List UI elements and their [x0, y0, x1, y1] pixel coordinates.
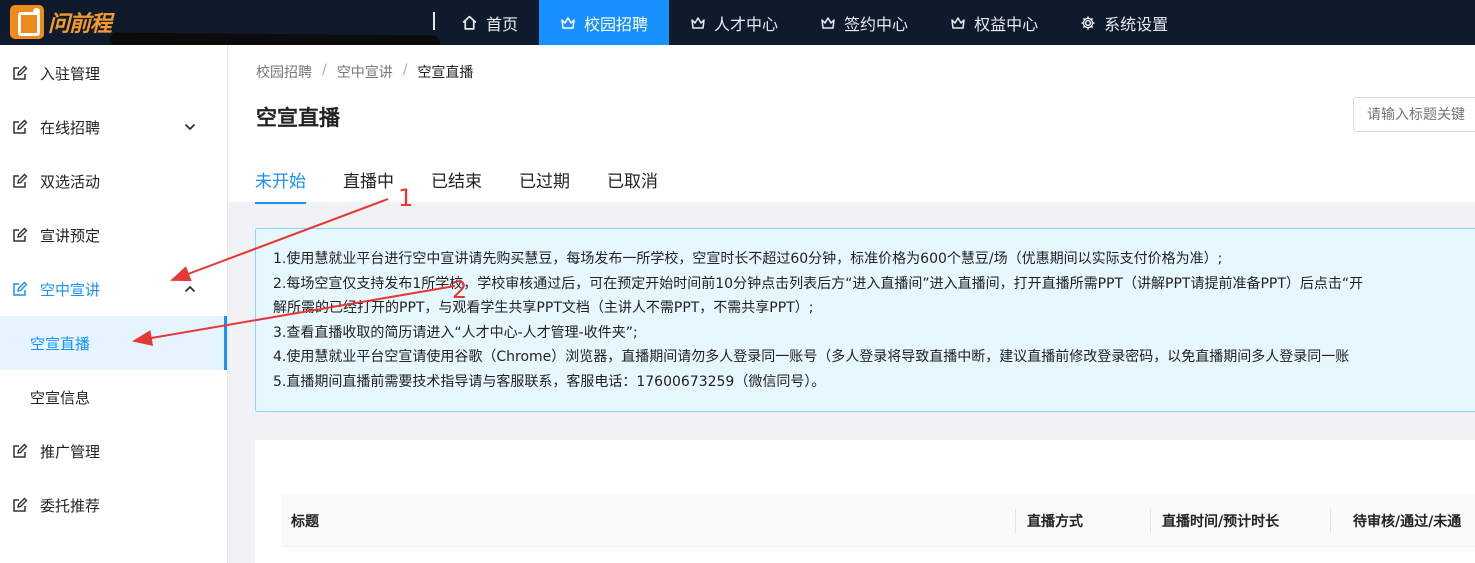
crown-icon [691, 16, 705, 29]
page-header: 校园招聘 / 空中宣讲 / 空宣直播 空宣直播 未开始 直播中 已结束 已过期 … [228, 45, 1475, 204]
table-card: 标题 直播方式 直播时间/预计时长 待审核/通过/未通 [255, 440, 1475, 563]
edit-icon [13, 173, 28, 188]
gear-icon [1081, 16, 1095, 29]
status-tabs: 未开始 直播中 已结束 已过期 已取消 [255, 167, 695, 204]
column-header-review-status: 待审核/通过/未通 [1353, 514, 1462, 530]
notice-box: 1.使用慧就业平台进行空中宣讲请先购买慧豆，每场发布一所学校，空宣时长不超过60… [255, 228, 1475, 412]
breadcrumb-link[interactable]: 空中宣讲 [337, 62, 393, 82]
sidebar-item-talk-booking[interactable]: 宣讲预定 [0, 208, 227, 262]
tab-cancelled[interactable]: 已取消 [607, 167, 658, 204]
column-divider [1150, 509, 1151, 533]
breadcrumb-separator: / [402, 62, 408, 78]
notice-line: 4.使用慧就业平台空宣请使用谷歌（Chrome）浏览器，直播期间请勿多人登录同一… [273, 349, 1350, 366]
notice-line: 解所需的已经打开的PPT，与观看学生共享PPT文档（主讲人不需PPT，不需共享P… [273, 300, 814, 317]
sidebar-item-label: 宣讲预定 [40, 226, 101, 245]
top-navbar: 问前程 首页 校园招聘 人才中心 签约中心 权益中心 系统设置 [0, 0, 1475, 50]
edit-icon [13, 119, 28, 134]
column-divider [1330, 509, 1331, 533]
sidebar-item-label: 推广管理 [40, 442, 101, 461]
nav-label: 签约中心 [844, 14, 909, 34]
breadcrumb-link[interactable]: 校园招聘 [256, 62, 312, 82]
edit-icon [13, 443, 28, 458]
nav-item-system-settings[interactable]: 系统设置 [1059, 0, 1189, 45]
table-header: 标题 直播方式 直播时间/预计时长 待审核/通过/未通 [281, 495, 1475, 547]
column-divider [1015, 509, 1016, 533]
nav-item-home[interactable]: 首页 [440, 0, 539, 45]
logo-text: 问前程 [48, 12, 112, 37]
column-header-live-method: 直播方式 [1027, 514, 1083, 530]
sidebar-item-settlement[interactable]: 入驻管理 [0, 46, 227, 100]
breadcrumb-separator: / [322, 62, 327, 78]
sidebar-subitem-air-talk-info[interactable]: 空宣信息 [0, 370, 227, 424]
nav-label: 人才中心 [714, 14, 779, 34]
notice-line: 1.使用慧就业平台进行空中宣讲请先购买慧豆，每场发布一所学校，空宣时长不超过60… [273, 251, 1223, 267]
chevron-down-icon[interactable] [183, 120, 197, 134]
sidebar-item-double-select[interactable]: 双选活动 [0, 154, 227, 208]
edit-icon [13, 281, 28, 296]
edit-icon [13, 497, 28, 512]
sidebar-item-label: 入驻管理 [40, 64, 101, 83]
crown-icon [951, 16, 965, 29]
sidebar-item-label: 双选活动 [40, 172, 101, 191]
column-header-live-time: 直播时间/预计时长 [1162, 514, 1280, 530]
tab-not-started[interactable]: 未开始 [255, 167, 306, 204]
search-input[interactable] [1353, 97, 1475, 132]
sidebar-subitem-live-broadcast[interactable]: 空宣直播 [0, 316, 227, 370]
sidebar-item-label: 空宣直播 [30, 334, 91, 353]
notice-line: 5.直播期间直播前需要技术指导请与客服联系，客服电话：17600673259（微… [273, 373, 826, 390]
column-header-title: 标题 [291, 514, 319, 530]
crown-icon [561, 16, 575, 29]
page-title: 空宣直播 [256, 106, 340, 130]
home-icon [462, 15, 477, 30]
nav-item-signing-center[interactable]: 签约中心 [799, 0, 929, 45]
breadcrumb: 校园招聘 / 空中宣讲 / 空宣直播 [256, 62, 473, 82]
logo[interactable]: 问前程 [10, 5, 112, 39]
sidebar-item-online-recruit[interactable]: 在线招聘 [0, 100, 227, 154]
sidebar-item-referral[interactable]: 委托推荐 [0, 478, 227, 532]
crown-icon [821, 16, 835, 29]
sidebar-item-label: 委托推荐 [40, 496, 101, 515]
breadcrumb-current: 空宣直播 [417, 65, 474, 81]
nav-item-campus-recruit[interactable]: 校园招聘 [539, 0, 670, 45]
tab-expired[interactable]: 已过期 [519, 167, 570, 204]
chevron-up-icon[interactable] [183, 282, 197, 296]
nav-separator [433, 12, 435, 30]
nav-label: 系统设置 [1104, 14, 1169, 34]
sidebar-item-label: 空宣信息 [30, 388, 91, 407]
nav-label: 首页 [486, 14, 519, 34]
notice-line: 2.每场空宣仅支持发布1所学校，学校审核通过后，可在预定开始时间前10分钟点击列… [273, 275, 1364, 292]
notice-line: 3.查看直播收取的简历请进入“人才中心-人才管理-收件夹”; [273, 324, 638, 341]
main-nav: 首页 校园招聘 人才中心 签约中心 权益中心 系统设置 [440, 0, 1189, 45]
tab-ended[interactable]: 已结束 [431, 167, 482, 204]
nav-item-talent-center[interactable]: 人才中心 [669, 0, 799, 45]
nav-item-benefits-center[interactable]: 权益中心 [929, 0, 1059, 45]
nav-label: 权益中心 [974, 14, 1039, 34]
nav-label: 校园招聘 [584, 14, 649, 34]
edit-icon [13, 227, 28, 242]
sidebar-item-label: 在线招聘 [40, 118, 101, 137]
edit-icon [13, 65, 28, 80]
sidebar-item-label: 空中宣讲 [40, 280, 101, 299]
sidebar-item-promotion[interactable]: 推广管理 [0, 424, 227, 478]
tab-live[interactable]: 直播中 [343, 167, 394, 204]
sidebar: 入驻管理 在线招聘 双选活动 宣讲预定 空中宣讲 空宣直播 空宣信息 推广管理 … [0, 45, 228, 563]
sidebar-item-air-talk[interactable]: 空中宣讲 [0, 262, 227, 316]
logo-icon [10, 5, 44, 39]
